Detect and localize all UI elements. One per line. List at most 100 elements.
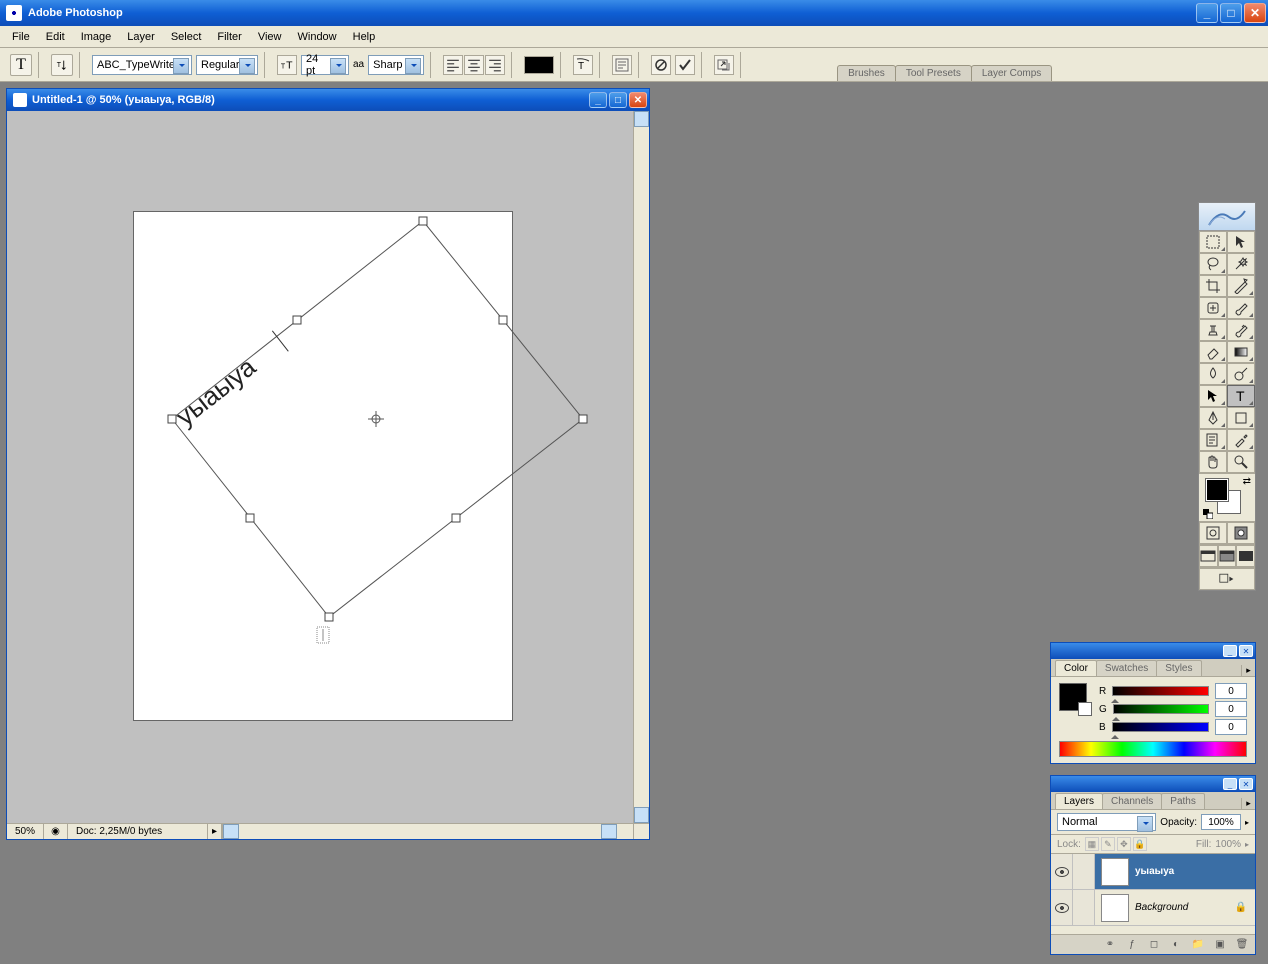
new-layer-button[interactable]: ▣ <box>1211 937 1229 953</box>
lasso-tool[interactable] <box>1199 253 1227 275</box>
new-group-button[interactable]: 📁 <box>1189 937 1207 953</box>
canvas-area[interactable]: уыаыуа <box>7 111 633 823</box>
horizontal-scrollbar[interactable] <box>222 824 633 839</box>
minimize-button[interactable]: _ <box>1196 3 1218 23</box>
panel-minimize-button[interactable]: _ <box>1223 778 1237 790</box>
menu-view[interactable]: View <box>250 29 290 45</box>
toolbox-header[interactable] <box>1199 203 1255 231</box>
menu-file[interactable]: File <box>4 29 38 45</box>
edit-in-imageready-button[interactable] <box>714 55 734 75</box>
marquee-tool[interactable] <box>1199 231 1227 253</box>
move-tool[interactable] <box>1227 231 1255 253</box>
link-toggle[interactable] <box>1073 890 1095 925</box>
layer-row[interactable]: Background 🔒 <box>1051 890 1255 926</box>
menu-edit[interactable]: Edit <box>38 29 73 45</box>
path-selection-tool[interactable] <box>1199 385 1227 407</box>
slice-tool[interactable] <box>1227 275 1255 297</box>
color-spectrum[interactable] <box>1059 741 1247 757</box>
visibility-toggle[interactable] <box>1051 890 1073 925</box>
close-button[interactable]: ✕ <box>1244 3 1266 23</box>
doc-info[interactable]: Doc: 2,25M/0 bytes <box>68 824 208 839</box>
maximize-button[interactable]: □ <box>1220 3 1242 23</box>
lock-pixels-button[interactable]: ✎ <box>1101 837 1115 851</box>
align-left-button[interactable] <box>443 55 463 75</box>
fill-value[interactable]: 100% <box>1215 839 1241 850</box>
notes-tool[interactable] <box>1199 429 1227 451</box>
lock-position-button[interactable]: ✥ <box>1117 837 1131 851</box>
eraser-tool[interactable] <box>1199 341 1227 363</box>
resize-grip[interactable] <box>633 824 649 839</box>
blend-mode-select[interactable]: Normal <box>1057 813 1156 831</box>
g-slider[interactable] <box>1113 704 1209 714</box>
align-center-button[interactable] <box>464 55 484 75</box>
color-panel-titlebar[interactable]: _ ✕ <box>1051 643 1255 659</box>
screen-standard-button[interactable] <box>1199 545 1218 567</box>
palette-tab-brushes[interactable]: Brushes <box>837 65 896 81</box>
commit-edit-button[interactable] <box>675 55 695 75</box>
menu-select[interactable]: Select <box>163 29 210 45</box>
panel-menu-button[interactable]: ▸ <box>1241 798 1255 809</box>
delete-layer-button[interactable]: 🗑 <box>1233 937 1251 953</box>
fill-arrow[interactable]: ▸ <box>1245 840 1249 849</box>
new-fill-adjust-button[interactable]: ◐ <box>1167 937 1185 953</box>
brush-tool[interactable] <box>1227 297 1255 319</box>
shape-tool[interactable] <box>1227 407 1255 429</box>
default-colors-icon[interactable] <box>1203 509 1213 519</box>
tab-layers[interactable]: Layers <box>1055 793 1103 809</box>
font-size-select[interactable]: 24 pt <box>301 55 349 75</box>
document-titlebar[interactable]: Untitled-1 @ 50% (уыаыуа, RGB/8) _ □ ✕ <box>7 89 649 111</box>
r-slider[interactable] <box>1112 686 1209 696</box>
vertical-scrollbar[interactable] <box>633 111 649 823</box>
tab-color[interactable]: Color <box>1055 660 1097 676</box>
text-orientation-button[interactable]: T <box>51 54 73 76</box>
link-layers-button[interactable]: ⚭ <box>1101 937 1119 953</box>
dodge-tool[interactable] <box>1227 363 1255 385</box>
character-palette-button[interactable] <box>612 55 632 75</box>
layer-row[interactable]: T уыаыуа <box>1051 854 1255 890</box>
tab-styles[interactable]: Styles <box>1156 660 1201 676</box>
layers-panel-titlebar[interactable]: _ ✕ <box>1051 776 1255 792</box>
panel-close-button[interactable]: ✕ <box>1239 778 1253 790</box>
gradient-tool[interactable] <box>1227 341 1255 363</box>
opacity-arrow[interactable]: ▸ <box>1245 818 1249 827</box>
panel-close-button[interactable]: ✕ <box>1239 645 1253 657</box>
layer-style-button[interactable]: ƒ <box>1123 937 1141 953</box>
cancel-edit-button[interactable] <box>651 55 671 75</box>
align-right-button[interactable] <box>485 55 505 75</box>
tab-paths[interactable]: Paths <box>1161 793 1205 809</box>
doc-close-button[interactable]: ✕ <box>629 92 647 108</box>
screen-fullmenu-button[interactable] <box>1218 545 1237 567</box>
font-style-select[interactable]: Regular <box>196 55 258 75</box>
b-slider[interactable] <box>1112 722 1209 732</box>
opacity-value[interactable]: 100% <box>1201 814 1241 830</box>
foreground-color-swatch[interactable] <box>1205 478 1229 502</box>
visibility-toggle[interactable] <box>1051 854 1073 889</box>
healing-brush-tool[interactable] <box>1199 297 1227 319</box>
layer-mask-button[interactable]: ◻ <box>1145 937 1163 953</box>
magic-wand-tool[interactable] <box>1227 253 1255 275</box>
g-value[interactable]: 0 <box>1215 701 1247 717</box>
antialias-select[interactable]: Sharp <box>368 55 424 75</box>
menu-filter[interactable]: Filter <box>209 29 249 45</box>
r-value[interactable]: 0 <box>1215 683 1247 699</box>
crop-tool[interactable] <box>1199 275 1227 297</box>
zoom-display[interactable]: 50% <box>7 824 44 839</box>
blur-tool[interactable] <box>1199 363 1227 385</box>
panel-menu-button[interactable]: ▸ <box>1241 665 1255 676</box>
quickmask-mode-button[interactable] <box>1227 522 1255 544</box>
doc-info-menu[interactable]: ▸ <box>208 824 222 839</box>
status-icon[interactable]: ◉ <box>44 824 68 839</box>
canvas[interactable] <box>133 211 513 721</box>
layer-thumbnail[interactable] <box>1101 894 1129 922</box>
lock-transparency-button[interactable]: ▦ <box>1085 837 1099 851</box>
menu-image[interactable]: Image <box>73 29 120 45</box>
warp-text-button[interactable]: T <box>573 55 593 75</box>
doc-minimize-button[interactable]: _ <box>589 92 607 108</box>
panel-minimize-button[interactable]: _ <box>1223 645 1237 657</box>
hand-tool[interactable] <box>1199 451 1227 473</box>
font-family-select[interactable]: ABC_TypeWriter… <box>92 55 192 75</box>
eyedropper-tool[interactable] <box>1227 429 1255 451</box>
jump-to-imageready-button[interactable] <box>1199 568 1255 590</box>
menu-layer[interactable]: Layer <box>119 29 163 45</box>
clone-stamp-tool[interactable] <box>1199 319 1227 341</box>
